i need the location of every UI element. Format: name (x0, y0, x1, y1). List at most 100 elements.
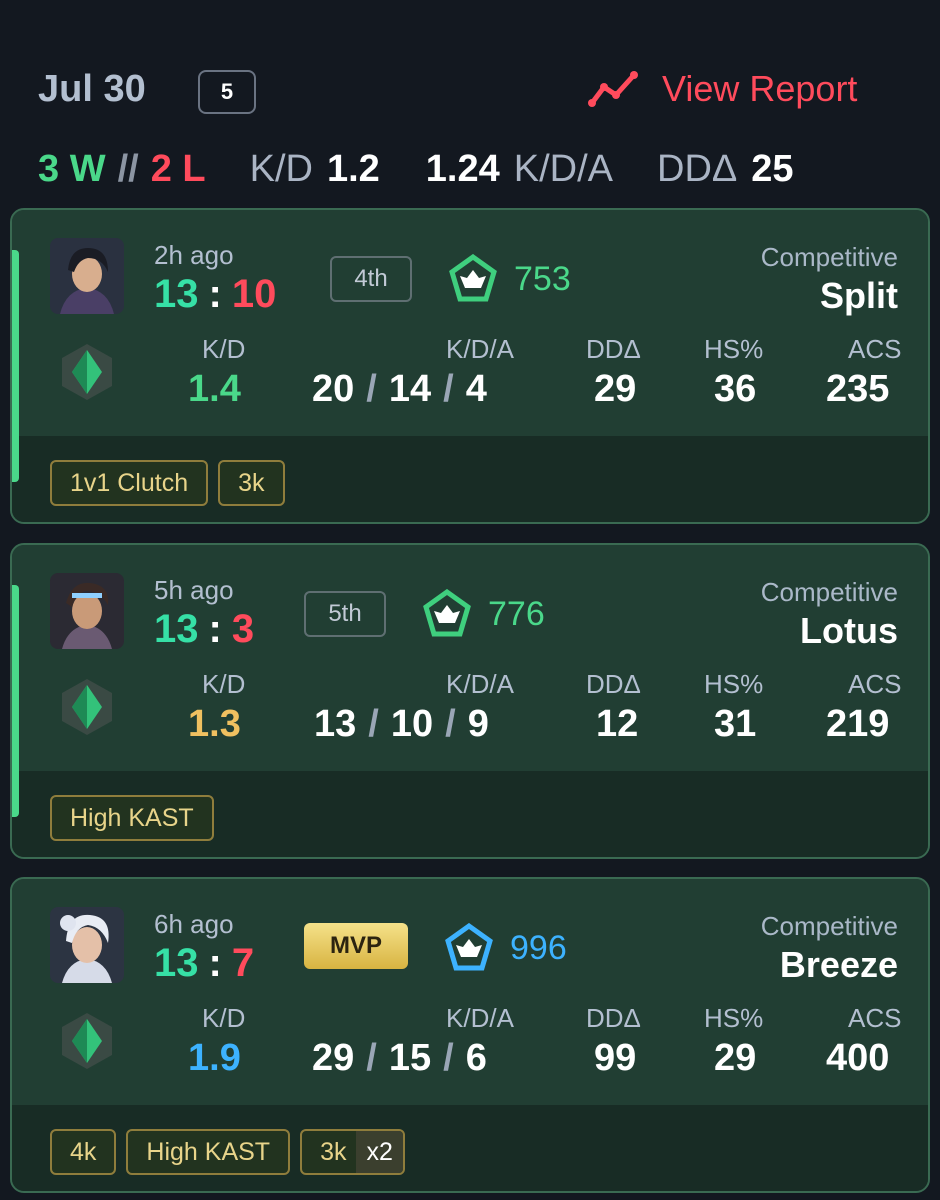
score-own: 13 (154, 272, 199, 316)
match-mode: Competitive Breeze (761, 911, 898, 986)
rank-rating: 776 (422, 589, 545, 639)
highlight-tags: 1v1 Clutch 3k (50, 460, 295, 506)
acs-value: 219 (826, 703, 890, 745)
kda-label: K/D/A (446, 334, 514, 364)
kd-value: 1.4 (188, 368, 241, 410)
view-report-button[interactable]: View Report (588, 68, 857, 110)
rank-gem-icon (62, 679, 112, 735)
match-card[interactable]: 2h ago 13:10 4th 753 Competitive Split K… (10, 208, 930, 524)
rr-value: 753 (514, 259, 571, 298)
placement-badge: 4th (330, 256, 412, 302)
summary-kd-value: 1.2 (326, 147, 380, 190)
agent-avatar (50, 238, 124, 314)
placement-badge: 5th (304, 591, 386, 637)
agent-avatar (50, 573, 124, 649)
match-time-ago: 2h ago (154, 240, 234, 270)
trend-line-icon (588, 71, 638, 107)
mode-type: Competitive (760, 577, 898, 607)
rank-rating: 753 (448, 254, 571, 304)
kda-value: 13/10/9 (314, 703, 489, 745)
rank-emblem-icon (423, 589, 471, 637)
score-own: 13 (154, 941, 199, 985)
dd-value: 29 (594, 368, 637, 410)
match-score: 13:10 (154, 272, 277, 316)
acs-value: 235 (826, 368, 890, 410)
kd-value: 1.3 (188, 703, 241, 745)
match-mode: Competitive Split (761, 242, 898, 317)
highlight-tag: 1v1 Clutch (50, 460, 209, 506)
win-indicator (12, 585, 19, 817)
highlight-tag-multi: 3k x2 (300, 1129, 405, 1175)
kda-label: K/D/A (446, 1003, 514, 1033)
match-score: 13:3 (154, 607, 255, 651)
match-card[interactable]: 6h ago 13:7 MVP 996 Competitive Breeze K… (10, 877, 930, 1193)
score-own: 13 (154, 607, 199, 651)
summary-dd-label: DDΔ (657, 147, 738, 190)
dd-label: DDΔ (586, 334, 641, 364)
mode-type: Competitive (760, 911, 898, 941)
score-opponent: 7 (231, 941, 255, 985)
map-name: Breeze (779, 944, 898, 985)
acs-value: 400 (826, 1037, 890, 1079)
summary-kda-value: 1.24 (425, 147, 500, 190)
kd-label: K/D (202, 334, 246, 364)
hs-value: 31 (714, 703, 757, 745)
match-card[interactable]: 5h ago 13:3 5th 776 Competitive Lotus K/… (10, 543, 930, 859)
acs-label: ACS (848, 334, 902, 364)
highlight-tag: 3k (218, 460, 285, 506)
win-indicator (12, 250, 19, 482)
kd-value: 1.9 (188, 1037, 241, 1079)
dd-label: DDΔ (586, 669, 641, 699)
view-report-label: View Report (662, 68, 858, 109)
kda-label: K/D/A (446, 669, 514, 699)
hs-label: HS% (704, 334, 764, 364)
rr-value: 776 (488, 594, 545, 633)
rank-emblem-icon (445, 923, 493, 971)
hs-value: 29 (714, 1037, 757, 1079)
match-mode: Competitive Lotus (761, 577, 898, 652)
losses-count: 2 L (150, 147, 206, 190)
session-summary: 3 W // 2 L K/D 1.2 1.24 K/D/A DDΔ 25 (38, 146, 794, 192)
match-time-ago: 6h ago (154, 909, 234, 939)
wins-count: 3 W (38, 147, 106, 190)
rank-gem-icon (62, 1013, 112, 1069)
kd-label: K/D (202, 1003, 246, 1033)
session-header: Jul 30 5 View Report 3 W // 2 L K/D 1.2 … (0, 0, 940, 200)
match-score: 13:7 (154, 941, 255, 985)
rr-value: 996 (510, 928, 567, 967)
dd-value: 99 (594, 1037, 637, 1079)
kd-label: K/D (202, 669, 246, 699)
tag-multiplier: x2 (356, 1131, 403, 1173)
dd-label: DDΔ (586, 1003, 641, 1033)
hs-value: 36 (714, 368, 757, 410)
rank-gem-icon (62, 344, 112, 400)
kda-value: 20/14/4 (312, 368, 487, 410)
summary-kd-label: K/D (249, 147, 313, 190)
highlight-tags: High KAST (50, 795, 224, 841)
highlight-tag: 4k (50, 1129, 117, 1175)
summary-dd-value: 25 (751, 147, 794, 190)
highlight-tags: 4k High KAST 3k x2 (50, 1129, 415, 1175)
match-count-badge: 5 (198, 70, 256, 114)
match-time-ago: 5h ago (154, 575, 234, 605)
rank-rating: 996 (444, 923, 567, 973)
dd-value: 12 (596, 703, 639, 745)
agent-avatar (50, 907, 124, 983)
map-name: Split (820, 275, 898, 316)
highlight-tag: High KAST (50, 795, 214, 841)
hs-label: HS% (704, 1003, 764, 1033)
hs-label: HS% (704, 669, 764, 699)
acs-label: ACS (848, 1003, 902, 1033)
map-name: Lotus (800, 610, 898, 651)
summary-kda-label: K/D/A (513, 147, 613, 190)
wl-separator: // (117, 147, 139, 190)
acs-label: ACS (848, 669, 902, 699)
mode-type: Competitive (760, 242, 898, 272)
highlight-tag: High KAST (126, 1129, 291, 1175)
score-opponent: 3 (231, 607, 255, 651)
session-date: Jul 30 (38, 68, 146, 110)
score-opponent: 10 (231, 272, 277, 316)
rank-emblem-icon (449, 254, 497, 302)
mvp-badge: MVP (304, 923, 408, 969)
kda-value: 29/15/6 (312, 1037, 487, 1079)
